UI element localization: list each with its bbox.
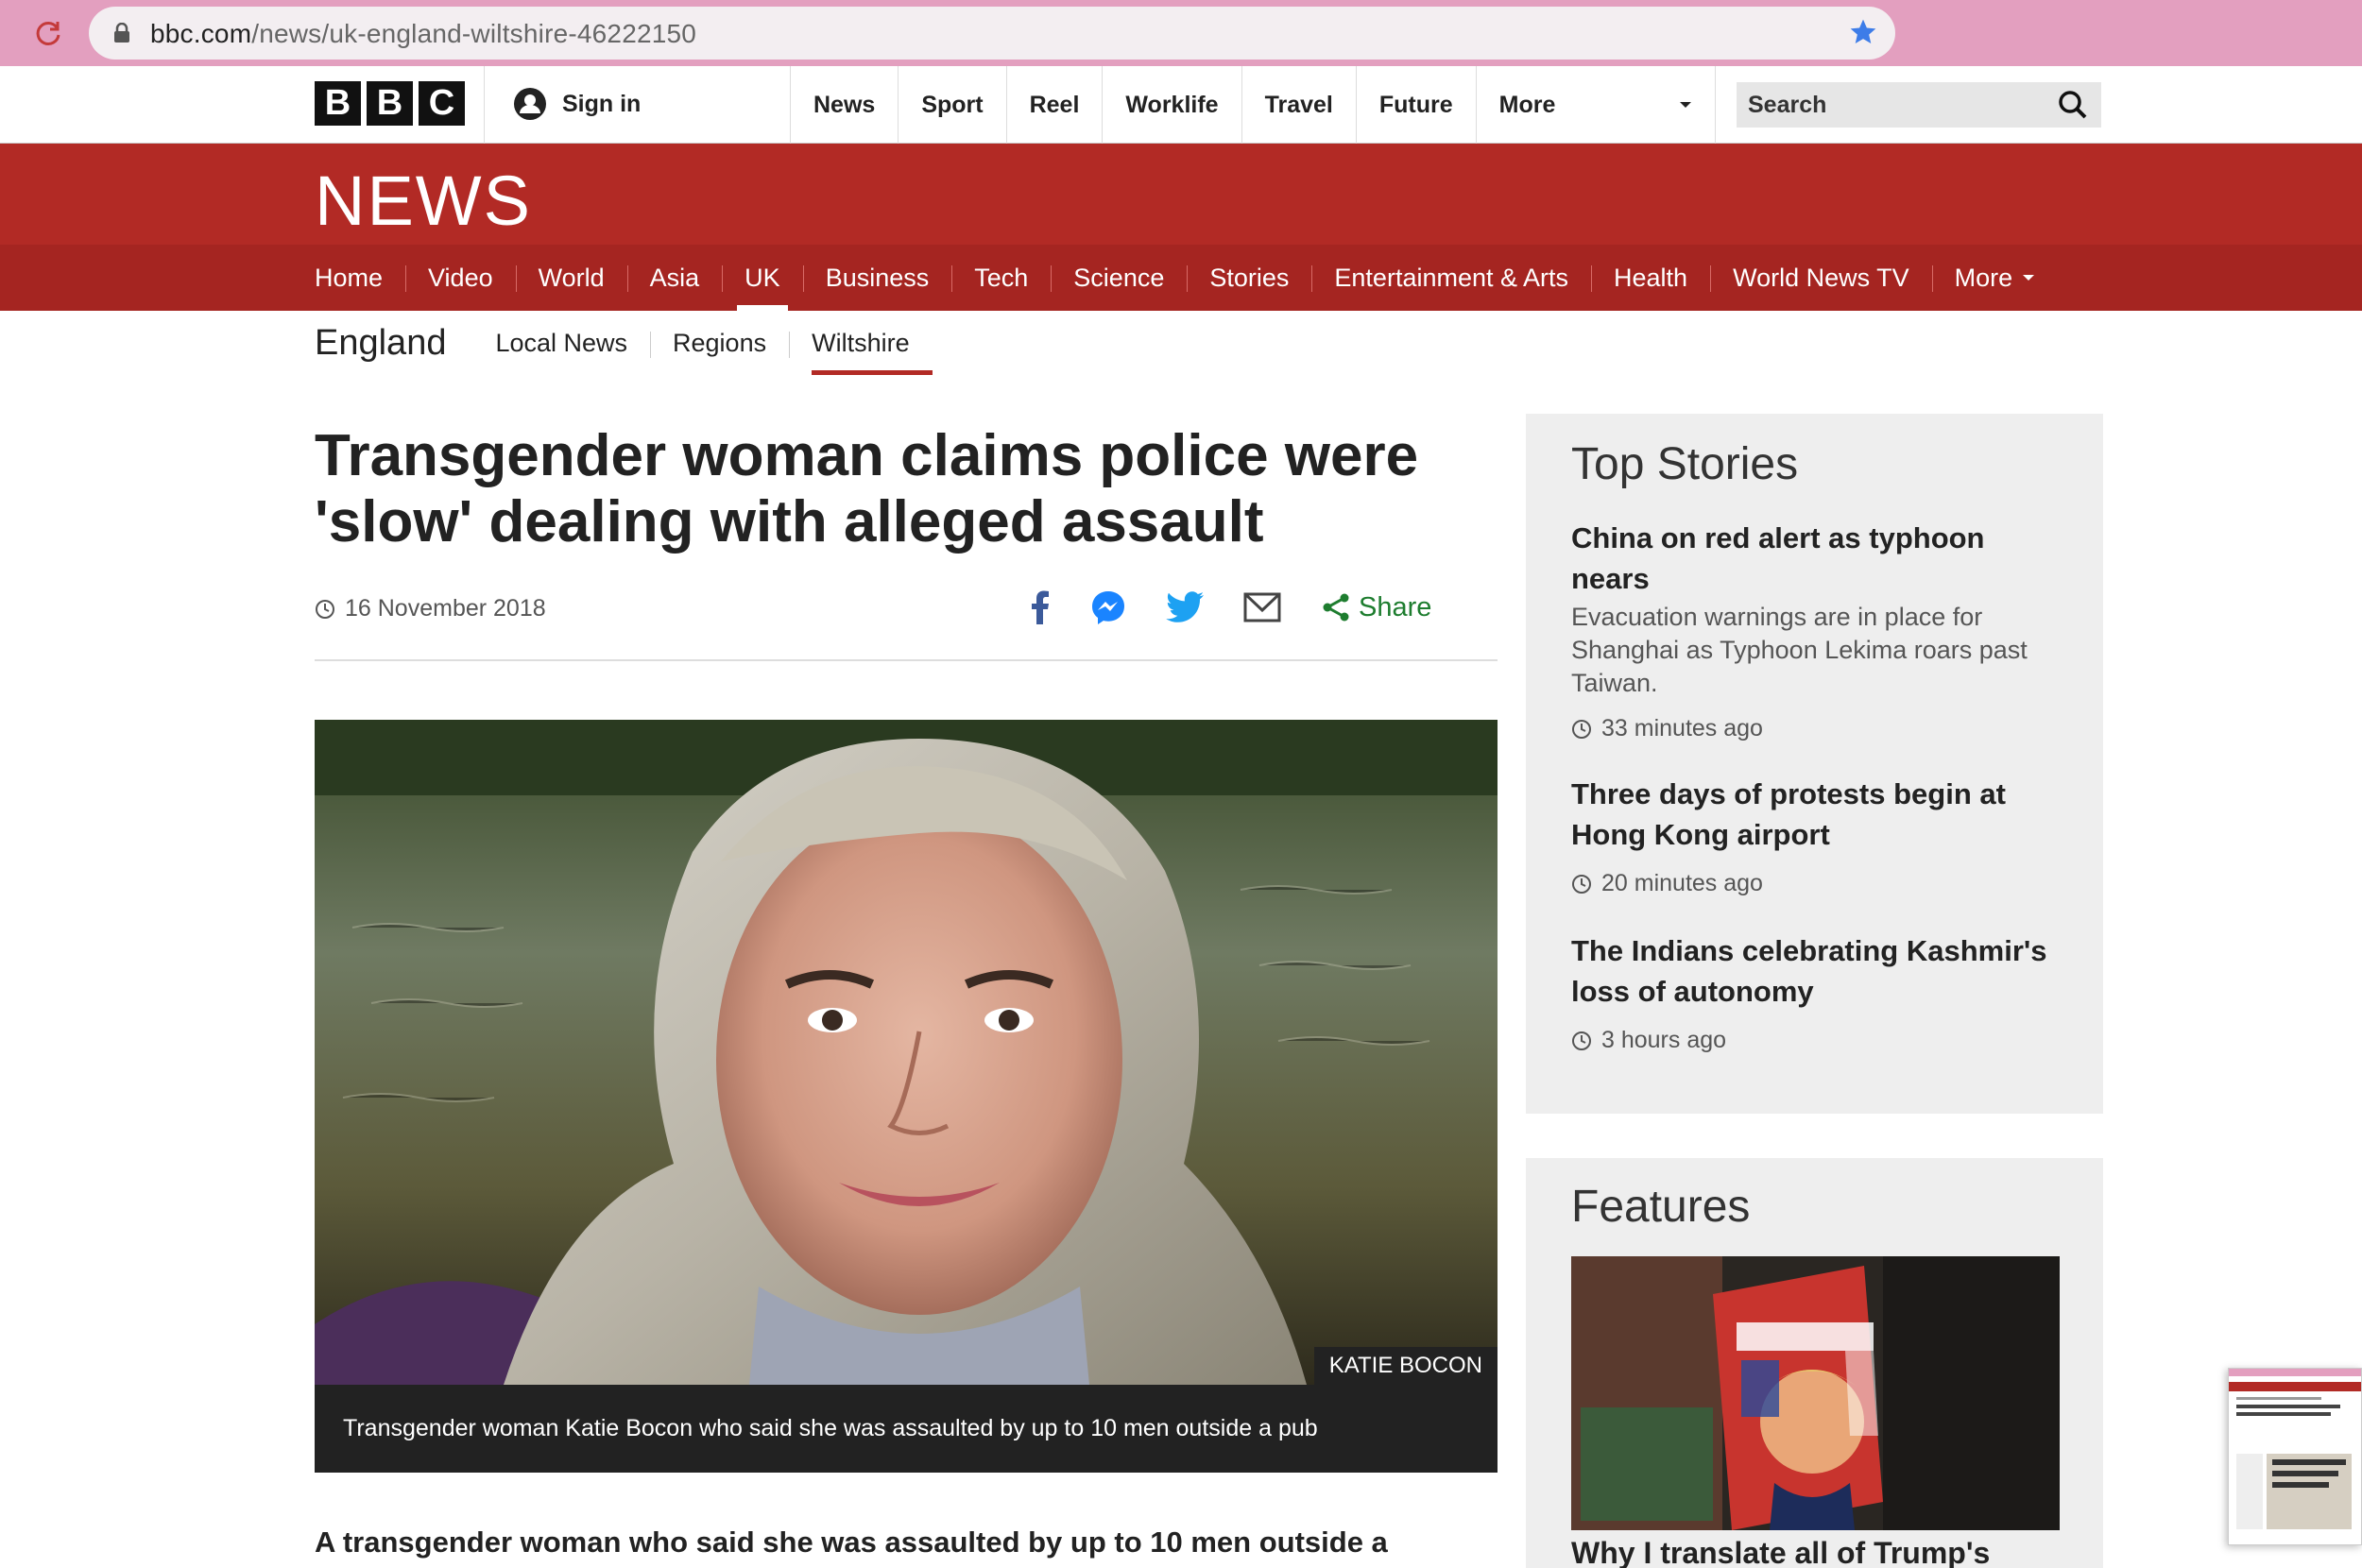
subnav-wiltshire[interactable]: Wiltshire [789,311,933,375]
story-title[interactable]: The Indians celebrating Kashmir's loss of… [1571,930,2062,1012]
caret-down-icon [2023,275,2035,281]
screenshot-thumbnail[interactable] [2228,1368,2362,1545]
clock-icon [1572,874,1591,894]
browser-toolbar: bbc.com/news/uk-england-wiltshire-462221… [0,0,2362,66]
global-nav-links: News Sport Reel Worklife Travel Future M… [790,66,1716,144]
section-entertainment-arts[interactable]: Entertainment & Arts [1311,245,1591,311]
messenger-share-icon[interactable] [1090,589,1126,625]
lock-icon [113,22,130,48]
story-title[interactable]: Three days of protests begin at Hong Kong… [1571,774,2062,855]
url-text: bbc.com/news/uk-england-wiltshire-462221… [150,19,697,48]
section-tech[interactable]: Tech [951,245,1051,311]
address-bar[interactable]: bbc.com/news/uk-england-wiltshire-462221… [89,7,1895,60]
nav-reel[interactable]: Reel [1005,66,1103,144]
feature-image[interactable] [1571,1256,2060,1530]
nav-worklife[interactable]: Worklife [1102,66,1241,144]
feature-title[interactable]: Why I translate all of Trump's [1571,1536,1990,1568]
features-panel: Features Why I translate all of Trump's [1526,1158,2103,1568]
top-story-item[interactable]: China on red alert as typhoon nears Evacu… [1571,518,2062,742]
nav-travel[interactable]: Travel [1241,66,1356,144]
features-heading: Features [1571,1182,1751,1232]
clock-icon [1572,1031,1591,1050]
section-stories[interactable]: Stories [1187,245,1311,311]
article-lead: A transgender woman who said she was ass… [315,1525,1388,1559]
section-business[interactable]: Business [802,245,952,311]
section-home[interactable]: Home [315,245,405,311]
sign-in-link[interactable]: Sign in [513,87,641,121]
nav-news[interactable]: News [790,66,898,144]
news-logo[interactable]: NEWS [315,161,532,241]
email-share-icon[interactable] [1243,592,1281,622]
story-time: 3 hours ago [1571,1027,2062,1054]
section-asia[interactable]: Asia [626,245,723,311]
share-button[interactable]: Share [1321,592,1431,623]
story-summary: Evacuation warnings are in place for Shan… [1571,603,2028,697]
section-world-news-tv[interactable]: World News TV [1710,245,1932,311]
section-uk[interactable]: UK [722,245,803,311]
facebook-share-icon[interactable] [1030,590,1051,624]
england-subnav: England Local News Regions Wiltshire [315,311,933,375]
nav-sport[interactable]: Sport [898,66,1005,144]
top-story-item[interactable]: The Indians celebrating Kashmir's loss of… [1571,930,2062,1054]
share-tools: Share [1030,589,1431,625]
section-nav: Home Video World Asia UK Business Tech S… [0,245,2362,311]
search-icon[interactable] [2058,90,2088,125]
story-time: 33 minutes ago [1571,715,2062,742]
story-time: 20 minutes ago [1571,870,2062,897]
image-credit: KATIE BOCON [1313,1347,1498,1385]
clock-icon [1572,719,1591,739]
caret-down-icon [1679,102,1691,108]
bbc-global-nav: B B C Sign in News Sport Reel Worklife T… [0,66,2362,144]
section-science[interactable]: Science [1051,245,1187,311]
article-date: 16 November 2018 [315,595,546,622]
news-masthead: NEWS [0,144,2362,245]
image-caption: Transgender woman Katie Bocon who said s… [315,1385,1498,1473]
twitter-share-icon[interactable] [1166,591,1204,623]
section-more-dropdown[interactable]: More [1931,245,2059,311]
search-box[interactable]: Search [1737,82,2101,128]
section-world[interactable]: World [515,245,627,311]
subnav-regions[interactable]: Regions [650,311,789,375]
clock-icon [316,599,334,619]
article-headline: Transgender woman claims police were 'sl… [315,423,1419,554]
top-stories-heading: Top Stories [1571,439,1799,489]
nav-future[interactable]: Future [1355,66,1476,144]
nav-more-dropdown[interactable]: More [1475,66,1716,144]
bookmark-star-icon[interactable] [1848,17,1878,52]
top-story-item[interactable]: Three days of protests begin at Hong Kong… [1571,774,2062,897]
reload-icon[interactable] [30,15,66,51]
divider [315,659,1498,661]
user-icon [514,88,546,120]
article-image: KATIE BOCON [315,720,1498,1385]
bbc-logo[interactable]: B B C [315,81,465,126]
story-title[interactable]: China on red alert as typhoon nears [1571,518,2062,599]
share-icon [1323,593,1349,622]
section-health[interactable]: Health [1591,245,1710,311]
section-video[interactable]: Video [405,245,516,311]
top-stories-panel: Top Stories China on red alert as typhoo… [1526,414,2103,1114]
subnav-title[interactable]: England [315,323,446,364]
subnav-local-news[interactable]: Local News [472,311,650,375]
